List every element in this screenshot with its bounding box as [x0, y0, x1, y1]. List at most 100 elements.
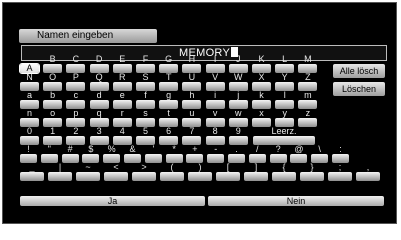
key-c[interactable] — [66, 100, 86, 109]
key-G[interactable] — [159, 64, 179, 73]
key-symbol[interactable] — [61, 154, 79, 163]
key-A[interactable] — [19, 63, 40, 74]
key-b[interactable] — [43, 100, 63, 109]
key-s[interactable] — [136, 118, 155, 127]
name-entry-dialog: Namen eingeben MEMORY — [2, 2, 397, 224]
key-I[interactable] — [205, 64, 225, 73]
key-symbol[interactable] — [244, 172, 268, 181]
key-symbol[interactable] — [300, 172, 324, 181]
name-input-value: MEMORY — [179, 46, 239, 60]
key-symbol[interactable] — [272, 172, 296, 181]
delete-button[interactable]: Löschen — [333, 82, 385, 96]
key-x[interactable] — [252, 118, 271, 127]
key-M[interactable] — [298, 64, 318, 73]
key-T[interactable] — [159, 82, 179, 91]
text-cursor — [231, 47, 239, 57]
key-3[interactable] — [89, 136, 109, 145]
key-i[interactable] — [205, 100, 225, 109]
no-button[interactable]: Nein — [208, 196, 384, 206]
key-symbol[interactable] — [186, 154, 204, 163]
key-symbol[interactable] — [311, 154, 329, 163]
key-D[interactable] — [89, 64, 109, 73]
key-p[interactable] — [66, 118, 86, 127]
key-w[interactable] — [228, 118, 248, 127]
key-2[interactable] — [66, 136, 86, 145]
key-a[interactable] — [20, 100, 39, 109]
key-symbol[interactable] — [40, 154, 58, 163]
key-L[interactable] — [275, 64, 295, 73]
key-S[interactable] — [136, 82, 155, 91]
key-B[interactable] — [43, 64, 63, 73]
key-h[interactable] — [182, 100, 202, 109]
key-W[interactable] — [228, 82, 248, 91]
key-t[interactable] — [159, 118, 179, 127]
key-symbol[interactable] — [165, 154, 183, 163]
key-symbol[interactable] — [188, 172, 212, 181]
key-X[interactable] — [252, 82, 271, 91]
key-symbol[interactable] — [328, 172, 352, 181]
key-u[interactable] — [182, 118, 202, 127]
key-e[interactable] — [112, 100, 132, 109]
key-4[interactable] — [112, 136, 132, 145]
key-symbol[interactable] — [48, 172, 72, 181]
key-g[interactable] — [159, 100, 179, 109]
key-E[interactable] — [112, 64, 132, 73]
key-l[interactable] — [275, 100, 295, 109]
key-m[interactable] — [298, 100, 318, 109]
space-key[interactable] — [253, 136, 315, 145]
key-V[interactable] — [205, 82, 225, 91]
key-symbol[interactable] — [160, 172, 184, 181]
key-symbol[interactable] — [124, 154, 141, 163]
key-R[interactable] — [112, 82, 132, 91]
key-symbol[interactable] — [103, 154, 121, 163]
key-symbol[interactable] — [216, 172, 240, 181]
key-0[interactable] — [20, 136, 39, 145]
key-f[interactable] — [136, 100, 155, 109]
key-H[interactable] — [182, 64, 202, 73]
key-9[interactable] — [228, 136, 248, 145]
key-P[interactable] — [66, 82, 86, 91]
key-y[interactable] — [275, 118, 295, 127]
key-symbol[interactable] — [290, 154, 308, 163]
key-symbol[interactable] — [20, 172, 44, 181]
key-symbol[interactable] — [132, 172, 156, 181]
delete-all-button[interactable]: Alle lösch — [333, 64, 385, 78]
key-U[interactable] — [182, 82, 202, 91]
key-J[interactable] — [228, 64, 248, 73]
key-symbol[interactable] — [20, 154, 37, 163]
key-N[interactable] — [20, 82, 39, 91]
key-Z[interactable] — [298, 82, 318, 91]
key-Q[interactable] — [89, 82, 109, 91]
key-F[interactable] — [136, 64, 155, 73]
key-symbol[interactable] — [248, 154, 266, 163]
key-symbol[interactable] — [82, 154, 100, 163]
key-5[interactable] — [136, 136, 155, 145]
yes-button[interactable]: Ja — [20, 196, 205, 206]
key-v[interactable] — [205, 118, 225, 127]
key-O[interactable] — [43, 82, 63, 91]
key-symbol[interactable] — [207, 154, 225, 163]
key-d[interactable] — [89, 100, 109, 109]
key-symbol[interactable] — [228, 154, 245, 163]
key-8[interactable] — [205, 136, 225, 145]
key-o[interactable] — [43, 118, 63, 127]
key-j[interactable] — [228, 100, 248, 109]
key-symbol[interactable] — [76, 172, 100, 181]
key-symbol[interactable] — [356, 172, 380, 181]
key-z[interactable] — [298, 118, 318, 127]
name-input[interactable]: MEMORY — [21, 45, 387, 61]
key-1[interactable] — [43, 136, 63, 145]
key-K[interactable] — [252, 64, 271, 73]
key-6[interactable] — [159, 136, 179, 145]
key-symbol[interactable] — [144, 154, 162, 163]
key-symbol[interactable] — [332, 154, 349, 163]
key-k[interactable] — [252, 100, 271, 109]
key-n[interactable] — [20, 118, 39, 127]
key-symbol[interactable] — [269, 154, 287, 163]
key-symbol[interactable] — [104, 172, 128, 181]
key-r[interactable] — [112, 118, 132, 127]
key-C[interactable] — [66, 64, 86, 73]
key-q[interactable] — [89, 118, 109, 127]
key-7[interactable] — [182, 136, 202, 145]
key-Y[interactable] — [275, 82, 295, 91]
